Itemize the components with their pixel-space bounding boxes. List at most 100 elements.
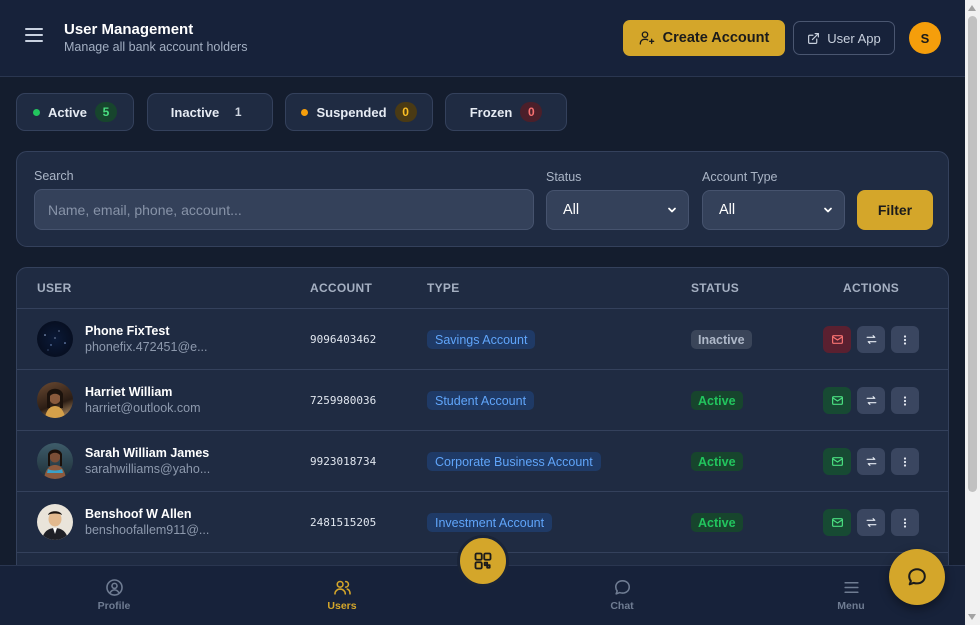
chip-count: 1 [234, 105, 242, 119]
account-number: 2481515205 [310, 516, 377, 529]
transfer-button[interactable] [857, 326, 885, 353]
chip-count: 5 [95, 102, 118, 122]
search-label: Search [34, 169, 74, 183]
page-title: User Management [64, 21, 194, 38]
status-select[interactable]: All [546, 190, 689, 230]
account-type-value: All [719, 202, 736, 218]
table-row[interactable]: Phone FixTest phonefix.472451@e... 90964… [17, 309, 948, 370]
page-subtitle: Manage all bank account holders [64, 40, 248, 54]
arrows-exchange-icon [866, 335, 876, 344]
chip-label: Inactive [170, 104, 220, 120]
nav-label: Users [327, 600, 357, 612]
user-email: phonefix.472451@e... [85, 340, 208, 354]
more-options-button[interactable] [891, 509, 919, 536]
chip-count: 0 [394, 102, 417, 122]
transfer-button[interactable] [857, 448, 885, 475]
more-options-button[interactable] [891, 326, 919, 353]
more-vertical-icon [903, 517, 907, 528]
more-options-button[interactable] [891, 448, 919, 475]
menu-lines-icon [843, 581, 859, 594]
status-badge: Inactive [691, 330, 752, 349]
mail-button[interactable] [823, 387, 851, 414]
status-badge: Active [691, 452, 743, 471]
nav-item-users[interactable]: Users [302, 578, 382, 612]
user-name: Sarah William James [85, 446, 210, 460]
mail-icon [831, 396, 843, 405]
create-account-button[interactable]: Create Account [623, 20, 785, 56]
transfer-button[interactable] [857, 509, 885, 536]
more-vertical-icon [903, 334, 907, 345]
account-number: 9096403462 [310, 333, 377, 346]
grid-icon [474, 552, 492, 570]
status-chip-suspended[interactable]: Suspended 0 [285, 93, 433, 131]
more-options-button[interactable] [891, 387, 919, 414]
mail-button[interactable] [823, 448, 851, 475]
table-row[interactable]: Sarah William James sarahwilliams@yaho..… [17, 431, 948, 492]
app-header: User Management Manage all bank account … [0, 0, 965, 77]
user-app-label: User App [827, 30, 881, 46]
user-avatar [37, 321, 73, 357]
search-input[interactable] [34, 189, 534, 230]
column-header-status[interactable]: STATUS [691, 281, 739, 295]
scroll-up-arrow-icon[interactable] [968, 5, 976, 11]
suspended-dot-icon [301, 108, 309, 116]
user-app-button[interactable]: User App [793, 21, 895, 55]
filter-button[interactable]: Filter [857, 190, 933, 230]
active-dot-icon [32, 108, 40, 116]
chat-bubble-icon [614, 579, 630, 595]
dashboard-button[interactable] [457, 535, 509, 587]
avatar[interactable]: S [909, 22, 941, 54]
account-type-badge: Corporate Business Account [427, 452, 601, 471]
chevron-down-icon [668, 207, 676, 213]
page: User Management Manage all bank account … [0, 0, 965, 625]
user-avatar [37, 382, 73, 418]
hamburger-icon[interactable] [25, 28, 43, 44]
column-header-type[interactable]: TYPE [427, 281, 460, 295]
column-header-account[interactable]: ACCOUNT [310, 281, 372, 295]
more-vertical-icon [903, 395, 907, 406]
scroll-down-arrow-icon[interactable] [968, 614, 976, 620]
account-type-label: Account Type [702, 170, 778, 184]
status-chip-frozen[interactable]: Frozen 0 [445, 93, 567, 131]
nav-label: Chat [610, 600, 634, 612]
mail-icon [831, 335, 843, 344]
status-chip-inactive[interactable]: Inactive 1 [147, 93, 273, 131]
user-name: Benshoof W Allen [85, 507, 192, 521]
mail-button[interactable] [823, 326, 851, 353]
user-email: harriet@outlook.com [85, 401, 201, 415]
user-circle-icon [105, 579, 123, 596]
chip-count: 0 [520, 102, 543, 122]
status-select-value: All [563, 202, 580, 218]
user-plus-icon [639, 31, 655, 45]
chip-label: Suspended [316, 104, 387, 120]
mail-icon [831, 518, 843, 527]
more-vertical-icon [903, 456, 907, 467]
filter-panel: Search Status All Account Type All Filte… [16, 151, 949, 247]
chip-label: Frozen [469, 104, 513, 120]
status-badge: Active [691, 391, 743, 410]
page-scrollbar[interactable] [965, 0, 980, 625]
transfer-button[interactable] [857, 387, 885, 414]
external-link-icon [808, 32, 820, 44]
nav-label: Profile [97, 600, 131, 612]
status-filter-label: Status [546, 170, 582, 184]
user-avatar [37, 443, 73, 479]
user-name: Phone FixTest [85, 324, 170, 338]
table-row[interactable]: Harriet William harriet@outlook.com 7259… [17, 370, 948, 431]
user-avatar [37, 504, 73, 540]
nav-item-profile[interactable]: Profile [74, 578, 154, 612]
mail-button[interactable] [823, 509, 851, 536]
user-email: benshoofallem911@... [85, 523, 210, 537]
column-header-user[interactable]: USER [37, 281, 72, 295]
scrollbar-thumb[interactable] [968, 16, 977, 492]
nav-item-menu[interactable]: Menu [811, 578, 891, 612]
arrows-exchange-icon [866, 396, 876, 405]
nav-item-chat[interactable]: Chat [582, 578, 662, 612]
arrows-exchange-icon [866, 457, 876, 466]
status-chip-active[interactable]: Active 5 [16, 93, 134, 131]
chat-fab-button[interactable] [889, 549, 945, 605]
status-badge: Active [691, 513, 743, 532]
table-header: USER ACCOUNT TYPE STATUS ACTIONS [17, 268, 948, 309]
account-type-badge: Savings Account [427, 330, 536, 349]
account-type-select[interactable]: All [702, 190, 845, 230]
